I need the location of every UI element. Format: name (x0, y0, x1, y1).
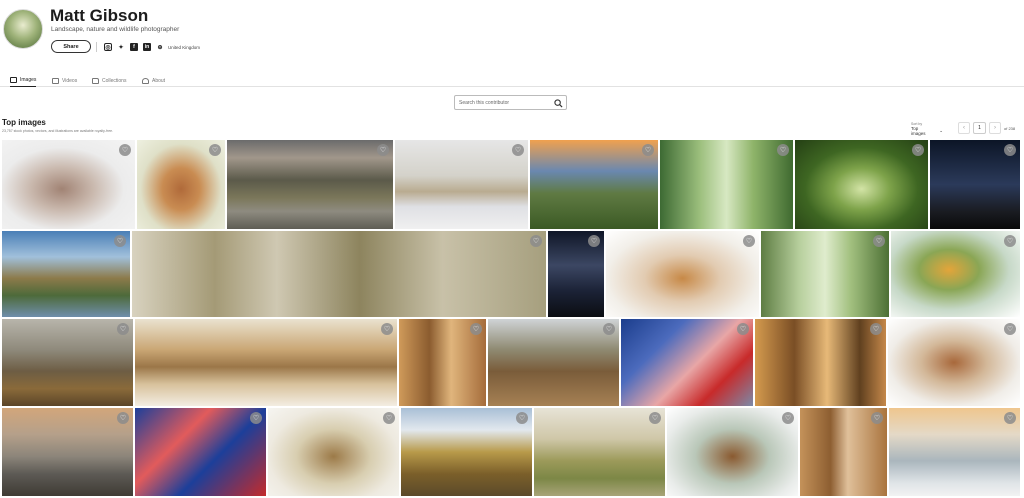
share-button[interactable]: Share (51, 40, 91, 53)
search-input[interactable] (459, 98, 551, 108)
heart-icon[interactable]: ♡ (743, 235, 755, 247)
image-tile[interactable]: ♡ (548, 231, 604, 317)
contributor-tagline: Landscape, nature and wildlife photograp… (51, 26, 180, 33)
image-tile[interactable]: ♡ (761, 231, 889, 317)
heart-icon[interactable]: ♡ (383, 412, 395, 424)
heart-icon[interactable]: ♡ (1004, 323, 1016, 335)
heart-icon[interactable]: ♡ (530, 235, 542, 247)
image-tile[interactable]: ♡ (889, 408, 1020, 496)
sort-dropdown[interactable]: Top images ⌄ (911, 125, 943, 136)
heart-icon[interactable]: ♡ (209, 144, 221, 156)
heart-icon[interactable]: ♡ (870, 323, 882, 335)
divider (96, 42, 97, 52)
heart-icon[interactable]: ♡ (117, 323, 129, 335)
image-icon (10, 77, 17, 83)
page-number-input[interactable] (973, 122, 986, 134)
results-title: Top images (2, 118, 46, 127)
heart-icon[interactable]: ♡ (470, 323, 482, 335)
image-tile[interactable]: ♡ (2, 140, 135, 229)
image-tile[interactable]: ♡ (132, 231, 546, 317)
instagram-icon[interactable]: ◎ (104, 43, 112, 51)
heart-icon[interactable]: ♡ (588, 235, 600, 247)
image-tile[interactable]: ♡ (795, 140, 928, 229)
tab-collections[interactable]: Collections (92, 74, 126, 87)
heart-icon[interactable]: ♡ (782, 412, 794, 424)
image-tile[interactable]: ♡ (606, 231, 759, 317)
image-tile[interactable]: ♡ (621, 319, 753, 406)
image-tile[interactable]: ♡ (530, 140, 658, 229)
tab-videos[interactable]: Videos (52, 74, 77, 87)
chevron-down-icon: ⌄ (939, 127, 943, 133)
facebook-icon[interactable]: f (130, 43, 138, 51)
tab-label: Videos (62, 77, 78, 84)
page-total: of 238 (1004, 125, 1016, 131)
heart-icon[interactable]: ♡ (737, 323, 749, 335)
image-tile[interactable]: ♡ (888, 319, 1020, 406)
image-tile[interactable]: ♡ (534, 408, 665, 496)
image-tile[interactable]: ♡ (2, 319, 133, 406)
heart-icon[interactable]: ♡ (603, 323, 615, 335)
tab-images[interactable]: Images (10, 74, 37, 87)
heart-icon[interactable]: ♡ (649, 412, 661, 424)
heart-icon[interactable]: ♡ (873, 235, 885, 247)
website-icon[interactable]: ⊕ (156, 43, 164, 51)
image-tile[interactable]: ♡ (660, 140, 793, 229)
user-icon (142, 77, 149, 84)
tab-label: Collections (102, 77, 127, 84)
heart-icon[interactable]: ♡ (117, 412, 129, 424)
pagination: ‹ › of 238 (958, 121, 1015, 135)
image-tile[interactable]: ♡ (395, 140, 528, 229)
image-tile[interactable]: ♡ (755, 319, 886, 406)
image-tile[interactable]: ♡ (399, 319, 486, 406)
social-links: ◎ ✦ f in ⊕ United Kingdom (96, 41, 200, 53)
next-page-button[interactable]: › (989, 122, 1001, 134)
heart-icon[interactable]: ♡ (1004, 235, 1016, 247)
image-tile[interactable]: ♡ (137, 140, 225, 229)
contributor-name: Matt Gibson (50, 6, 149, 25)
image-tile[interactable]: ♡ (930, 140, 1020, 229)
contributor-search (454, 95, 567, 110)
search-icon[interactable] (554, 99, 563, 108)
image-tile[interactable]: ♡ (2, 231, 130, 317)
image-tile[interactable]: ♡ (135, 408, 266, 496)
prev-page-button[interactable]: ‹ (958, 122, 970, 134)
heart-icon[interactable]: ♡ (119, 144, 131, 156)
heart-icon[interactable]: ♡ (1004, 144, 1016, 156)
sort-value: Top images (911, 125, 926, 136)
heart-icon[interactable]: ♡ (516, 412, 528, 424)
image-tile[interactable]: ♡ (227, 140, 393, 229)
image-tile[interactable]: ♡ (800, 408, 887, 496)
profile-header: Matt Gibson Landscape, nature and wildli… (0, 0, 1024, 70)
location-text: United Kingdom (168, 44, 201, 50)
folder-icon (92, 77, 99, 84)
heart-icon[interactable]: ♡ (377, 144, 389, 156)
tab-label: About (152, 77, 166, 84)
heart-icon[interactable]: ♡ (642, 144, 654, 156)
tab-about[interactable]: About (142, 74, 165, 87)
image-grid: ♡ ♡ ♡ ♡ ♡ ♡ ♡ ♡ ♡ ♡ ♡ ♡ ♡ ♡ ♡ ♡ ♡ ♡ ♡ ♡ … (0, 140, 1024, 498)
avatar[interactable] (3, 9, 43, 49)
heart-icon[interactable]: ♡ (871, 412, 883, 424)
linkedin-icon[interactable]: in (143, 43, 151, 51)
image-tile[interactable]: ♡ (268, 408, 399, 496)
image-tile[interactable]: ♡ (2, 408, 133, 496)
image-tile[interactable]: ♡ (401, 408, 532, 496)
heart-icon[interactable]: ♡ (512, 144, 524, 156)
heart-icon[interactable]: ♡ (777, 144, 789, 156)
image-tile[interactable]: ♡ (135, 319, 397, 406)
image-tile[interactable]: ♡ (891, 231, 1020, 317)
video-icon (52, 77, 59, 84)
heart-icon[interactable]: ♡ (250, 412, 262, 424)
image-tile[interactable]: ♡ (488, 319, 619, 406)
content-tabs: Images Videos Collections About (0, 72, 1024, 87)
heart-icon[interactable]: ♡ (381, 323, 393, 335)
twitter-icon[interactable]: ✦ (117, 43, 125, 51)
image-tile[interactable]: ♡ (667, 408, 798, 496)
tab-label: Images (20, 77, 37, 83)
results-count: 23,757 stock photos, vectors, and illust… (2, 129, 114, 133)
heart-icon[interactable]: ♡ (114, 235, 126, 247)
heart-icon[interactable]: ♡ (912, 144, 924, 156)
heart-icon[interactable]: ♡ (1004, 412, 1016, 424)
